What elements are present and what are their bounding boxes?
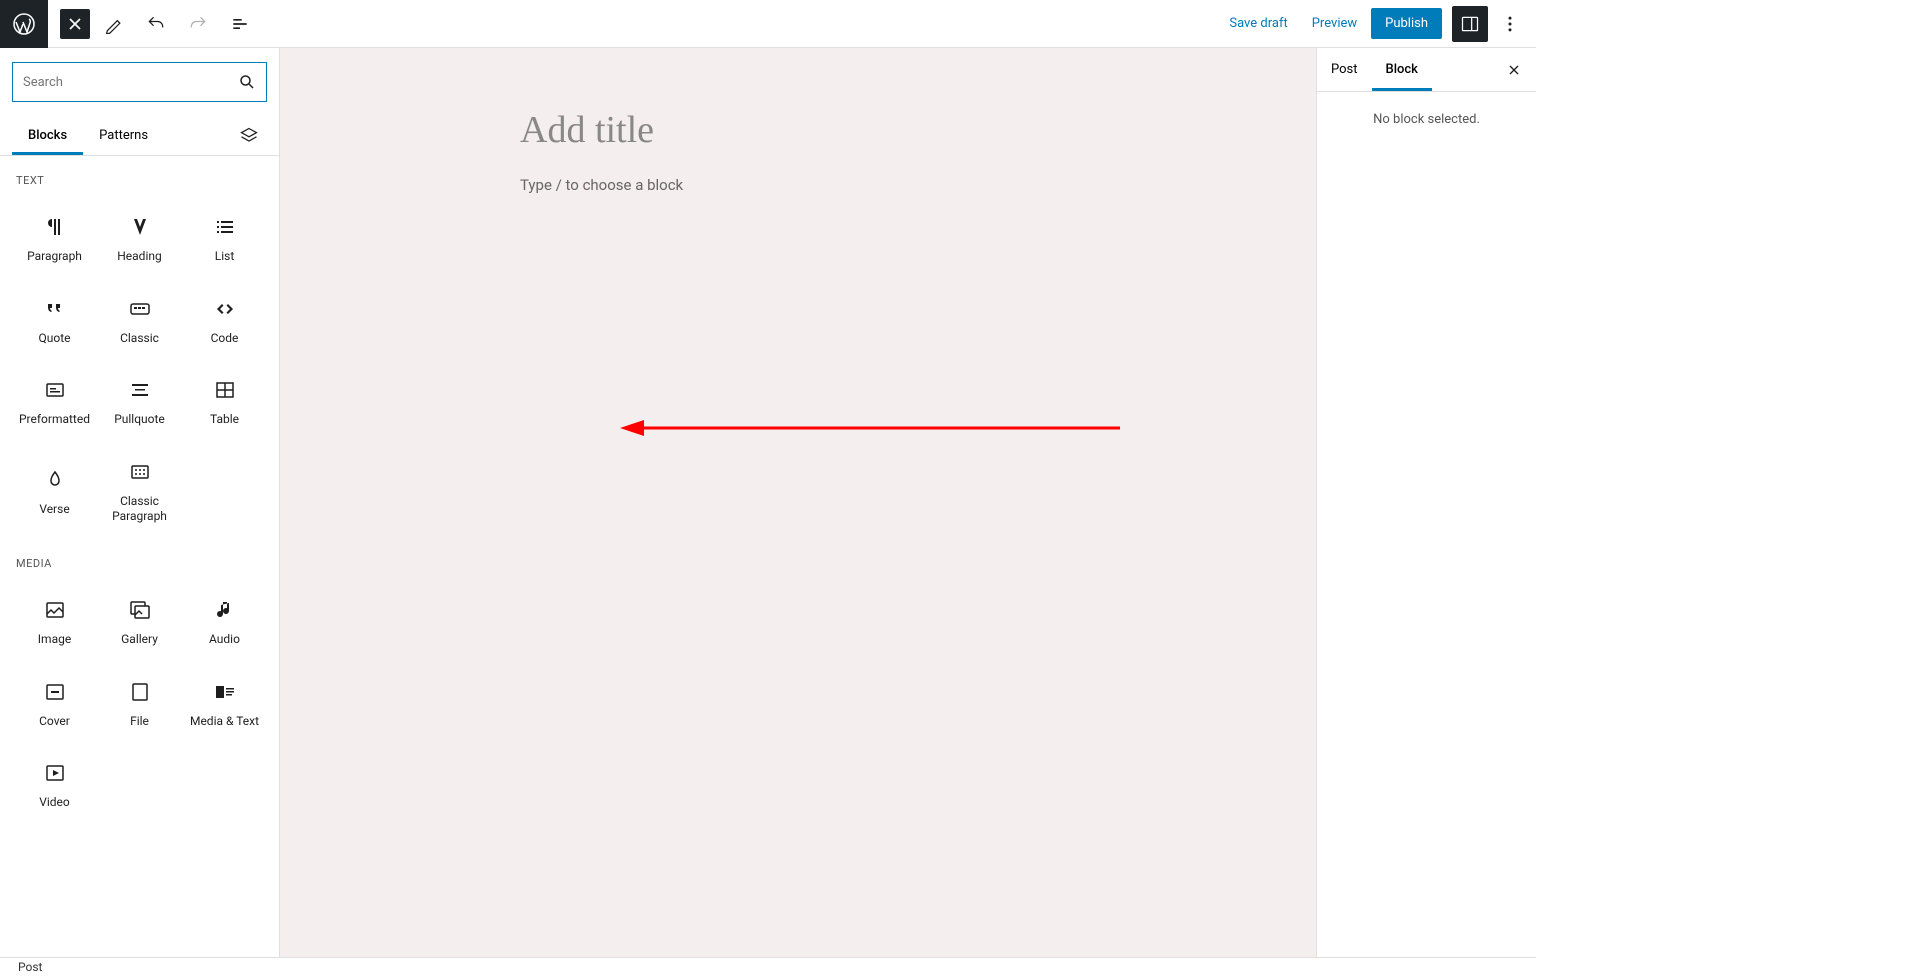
annotation-arrow bbox=[620, 418, 1120, 438]
post-title-input[interactable]: Add title bbox=[520, 108, 1040, 152]
block-label: Audio bbox=[209, 632, 240, 648]
block-search-box bbox=[12, 62, 267, 102]
block-label: Classic Paragraph bbox=[101, 494, 178, 525]
block-label: Image bbox=[38, 632, 71, 648]
code-icon bbox=[213, 297, 237, 321]
block-label: Quote bbox=[38, 331, 70, 347]
heading-icon bbox=[128, 215, 152, 239]
verse-icon bbox=[43, 468, 67, 492]
sidebar-body: No block selected. bbox=[1317, 92, 1536, 957]
block-item-classic[interactable]: Classic bbox=[97, 279, 182, 361]
block-item-code[interactable]: Code bbox=[182, 279, 267, 361]
block-item-list[interactable]: List bbox=[182, 197, 267, 279]
more-options-button[interactable] bbox=[1492, 6, 1528, 42]
quote-icon bbox=[43, 297, 67, 321]
footer-breadcrumb[interactable]: Post bbox=[18, 960, 42, 974]
block-category-title: MEDIA bbox=[12, 539, 267, 580]
block-item-audio[interactable]: Audio bbox=[182, 580, 267, 662]
block-label: Verse bbox=[39, 502, 69, 518]
publish-button[interactable]: Publish bbox=[1371, 8, 1442, 39]
undo-button[interactable] bbox=[138, 6, 174, 42]
block-item-preformatted[interactable]: Preformatted bbox=[12, 360, 97, 442]
block-item-quote[interactable]: Quote bbox=[12, 279, 97, 361]
block-label: File bbox=[130, 714, 149, 730]
block-item-verse[interactable]: Verse bbox=[12, 442, 97, 539]
image-icon bbox=[43, 598, 67, 622]
save-draft-button[interactable]: Save draft bbox=[1219, 10, 1297, 37]
block-label: Video bbox=[39, 795, 70, 811]
sidebar-tab-block[interactable]: Block bbox=[1372, 48, 1432, 91]
block-item-cover[interactable]: Cover bbox=[12, 662, 97, 744]
audio-icon bbox=[213, 598, 237, 622]
list-icon bbox=[213, 215, 237, 239]
post-body-placeholder[interactable]: Type / to choose a block bbox=[520, 176, 1040, 194]
media-text-icon bbox=[213, 680, 237, 704]
block-item-gallery[interactable]: Gallery bbox=[97, 580, 182, 662]
tab-blocks[interactable]: Blocks bbox=[12, 116, 83, 155]
table-icon bbox=[213, 378, 237, 402]
block-item-file[interactable]: File bbox=[97, 662, 182, 744]
block-label: Cover bbox=[39, 714, 70, 730]
close-sidebar-button[interactable] bbox=[1492, 52, 1536, 88]
block-item-pullquote[interactable]: Pullquote bbox=[97, 360, 182, 442]
block-inserter-panel: Blocks Patterns TEXT Paragraph Heading List… bbox=[0, 48, 280, 957]
tab-patterns[interactable]: Patterns bbox=[83, 116, 164, 155]
block-label: Code bbox=[211, 331, 239, 347]
search-icon[interactable] bbox=[238, 73, 256, 91]
block-label: List bbox=[215, 249, 235, 265]
file-icon bbox=[128, 680, 152, 704]
block-label: Gallery bbox=[121, 632, 158, 648]
block-item-heading[interactable]: Heading bbox=[97, 197, 182, 279]
classic-icon bbox=[128, 297, 152, 321]
redo-button[interactable] bbox=[180, 6, 216, 42]
block-item-classic-paragraph[interactable]: Classic Paragraph bbox=[97, 442, 182, 539]
explore-patterns-icon[interactable] bbox=[231, 118, 267, 154]
tools-button[interactable] bbox=[96, 6, 132, 42]
video-icon bbox=[43, 761, 67, 785]
preview-button[interactable]: Preview bbox=[1302, 10, 1367, 37]
block-label: Heading bbox=[117, 249, 162, 265]
inserter-tabs: Blocks Patterns bbox=[0, 116, 279, 156]
cover-icon bbox=[43, 680, 67, 704]
gallery-icon bbox=[128, 598, 152, 622]
block-item-video[interactable]: Video bbox=[12, 743, 97, 825]
block-label: Paragraph bbox=[27, 249, 82, 265]
block-item-media-text[interactable]: Media & Text bbox=[182, 662, 267, 744]
classic-paragraph-icon bbox=[128, 460, 152, 484]
block-item-table[interactable]: Table bbox=[182, 360, 267, 442]
block-label: Table bbox=[210, 412, 239, 428]
block-label: Preformatted bbox=[19, 412, 90, 428]
editor-topbar: Save draft Preview Publish bbox=[0, 0, 1536, 48]
paragraph-icon bbox=[43, 215, 67, 239]
document-overview-button[interactable] bbox=[222, 6, 258, 42]
block-label: Classic bbox=[120, 331, 159, 347]
block-label: Media & Text bbox=[190, 714, 259, 730]
wordpress-logo[interactable] bbox=[0, 0, 48, 48]
settings-sidebar: Post Block No block selected. bbox=[1316, 48, 1536, 957]
block-item-image[interactable]: Image bbox=[12, 580, 97, 662]
blocks-list[interactable]: TEXT Paragraph Heading List Quote Classic Code… bbox=[0, 156, 279, 957]
settings-button[interactable] bbox=[1452, 6, 1488, 42]
sidebar-tab-post[interactable]: Post bbox=[1317, 48, 1372, 91]
preformatted-icon bbox=[43, 378, 67, 402]
block-search-input[interactable] bbox=[23, 75, 238, 90]
close-inserter-button[interactable] bbox=[60, 9, 90, 39]
editor-footer: Post bbox=[0, 957, 1536, 977]
block-category-title: TEXT bbox=[12, 156, 267, 197]
pullquote-icon bbox=[128, 378, 152, 402]
block-item-paragraph[interactable]: Paragraph bbox=[12, 197, 97, 279]
block-label: Pullquote bbox=[114, 412, 165, 428]
editor-canvas[interactable]: Add title Type / to choose a block + bbox=[280, 48, 1316, 957]
